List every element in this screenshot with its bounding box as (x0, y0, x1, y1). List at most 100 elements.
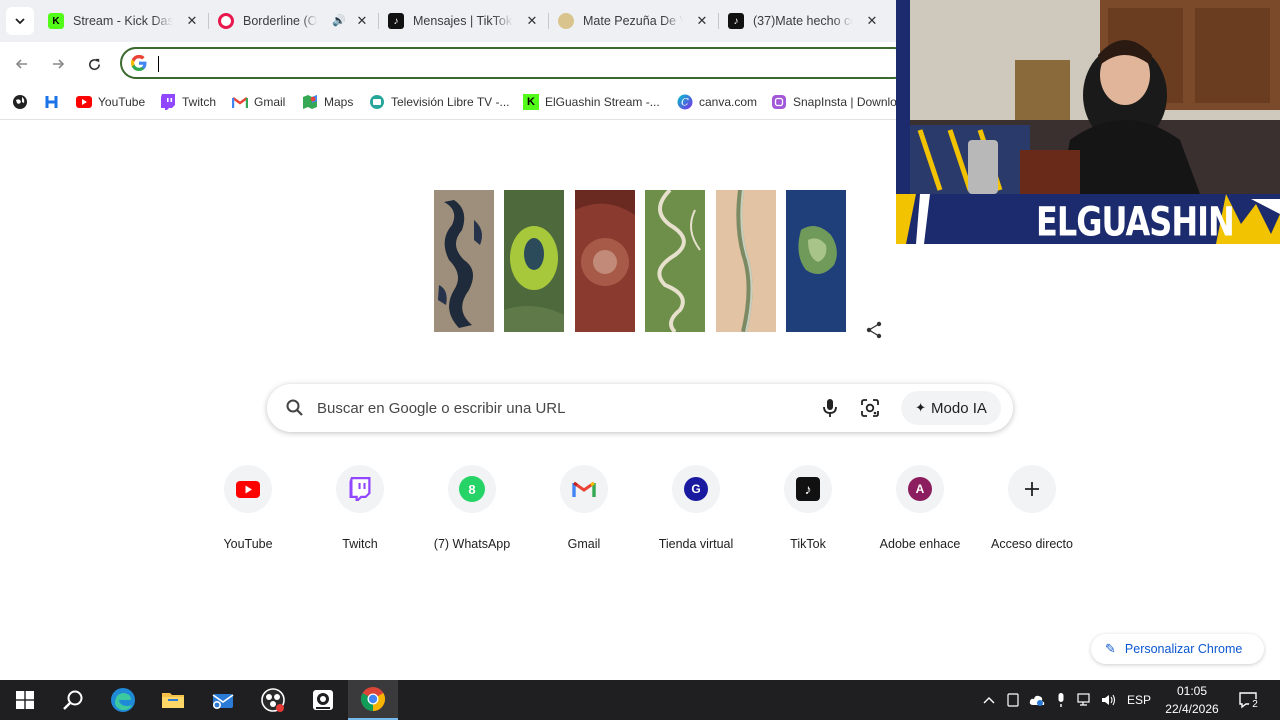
tab-mate-tiktok[interactable]: ♪ (37)Mate hecho con ✕ (728, 6, 884, 36)
shortcut-label: (7) WhatsApp (433, 537, 511, 551)
google-lens-icon[interactable] (859, 397, 881, 419)
shortcut-gmail[interactable]: Gmail (528, 465, 640, 555)
shortcut-tienda-virtual[interactable]: G Tienda virtual (640, 465, 752, 555)
doodle-tile-3 (575, 190, 635, 332)
arrow-left-icon (15, 59, 27, 69)
tiktok-icon: ♪ (388, 13, 404, 29)
bookmark-youtube[interactable]: YouTube (76, 92, 145, 112)
reload-button[interactable] (80, 50, 108, 78)
tray-network-icon[interactable] (1076, 691, 1094, 709)
tray-cloud-icon[interactable] (1028, 691, 1046, 709)
whatsapp-icon: 8 (459, 476, 485, 502)
folder-icon (162, 693, 184, 708)
tray-volume-icon[interactable] (1100, 691, 1118, 709)
taskbar-app[interactable] (298, 680, 348, 720)
search-icon (63, 690, 83, 710)
bookmark-canva[interactable]: C canva.com (677, 92, 757, 112)
address-bar[interactable] (120, 47, 910, 79)
doodle-tile-1 (434, 190, 494, 332)
close-icon[interactable]: ✕ (864, 13, 880, 29)
shortcut-adobe-enhace[interactable]: A Adobe enhace (864, 465, 976, 555)
notification-center-icon[interactable]: 2 (1238, 691, 1261, 711)
tab-title: (37)Mate hecho con (753, 14, 853, 28)
tv-icon (369, 94, 385, 110)
music-icon (218, 13, 234, 29)
shortcut-youtube[interactable]: YouTube (192, 465, 304, 555)
h-icon (44, 94, 60, 110)
tray-microphone-icon[interactable] (1052, 691, 1070, 709)
shortcut-add[interactable]: Acceso directo (976, 465, 1088, 555)
taskbar-mail[interactable] (198, 680, 248, 720)
tray-tablet-icon[interactable] (1004, 691, 1022, 709)
bookmark-label: SnapInsta | Download (793, 95, 911, 109)
close-icon[interactable]: ✕ (524, 13, 540, 29)
tab-search-button[interactable] (6, 7, 34, 35)
address-input[interactable] (156, 53, 856, 73)
ai-search-icon: ✦ (915, 400, 927, 415)
back-button[interactable] (8, 50, 36, 78)
tray-date[interactable]: 22/4/2026 (1158, 702, 1226, 716)
tab-strip: K Stream - Kick Dashboard ✕ Borderline (… (0, 0, 896, 42)
bookmark-elguashin-stream[interactable]: K ElGuashin Stream -... (523, 92, 660, 112)
bookmark-snapinsta[interactable]: SnapInsta | Download (771, 92, 910, 112)
shortcut-label: YouTube (223, 537, 273, 551)
tray-language[interactable]: ESP (1124, 693, 1154, 707)
shortcut-icon-bg (224, 465, 272, 513)
bookmark-label: YouTube (98, 95, 146, 109)
tab-title: Mate Pezuña De Vaca (583, 14, 683, 28)
taskbar-chrome[interactable] (348, 680, 398, 720)
tab-title: Borderline (Official (243, 14, 317, 28)
globe-icon (12, 94, 28, 110)
youtube-icon (236, 480, 260, 498)
bookmark-twitch[interactable]: Twitch (160, 92, 216, 112)
search-box[interactable]: ✦ Modo IA (267, 384, 1013, 432)
shortcut-twitch[interactable]: Twitch (304, 465, 416, 555)
screen: K Stream - Kick Dashboard ✕ Borderline (… (0, 0, 1280, 720)
shortcut-label: Gmail (567, 537, 601, 551)
tab-mate[interactable]: Mate Pezuña De Vaca ✕ (558, 6, 714, 36)
tab-borderline[interactable]: Borderline (Official 🔊 ✕ (218, 6, 374, 36)
ai-mode-button[interactable]: ✦ Modo IA (901, 391, 1001, 425)
search-input[interactable] (317, 397, 797, 419)
customize-label: Personalizar Chrome (1124, 642, 1243, 656)
tray-time[interactable]: 01:05 (1158, 684, 1226, 698)
bookmark-maps[interactable]: Maps (302, 92, 353, 112)
close-icon[interactable]: ✕ (184, 13, 200, 29)
bookmark-gmail[interactable]: Gmail (232, 92, 285, 112)
microphone-icon[interactable] (819, 397, 841, 419)
tab-kick-dashboard[interactable]: K Stream - Kick Dashboard ✕ (48, 6, 204, 36)
bookmark-label: Televisión Libre TV -... (391, 95, 510, 109)
svg-text:C: C (681, 98, 689, 109)
add-icon (1025, 482, 1039, 496)
tray-chevron-up-icon[interactable] (980, 691, 998, 709)
close-icon[interactable]: ✕ (354, 13, 370, 29)
close-icon[interactable]: ✕ (694, 13, 710, 29)
shortcut-whatsapp[interactable]: 8 (7) WhatsApp (416, 465, 528, 555)
speaker-icon[interactable]: 🔊 (332, 14, 346, 27)
taskbar-search[interactable] (48, 680, 98, 720)
bookmark-label: Twitch (182, 95, 217, 109)
bookmark-h[interactable] (44, 92, 66, 112)
taskbar-file-explorer[interactable] (148, 680, 198, 720)
bookmark-tv-libre[interactable]: Televisión Libre TV -... (369, 92, 510, 112)
shortcut-label: Twitch (342, 537, 378, 551)
shortcut-label: Acceso directo (991, 537, 1073, 551)
mate-icon (558, 13, 574, 29)
taskbar-obs[interactable] (248, 680, 298, 720)
edge-icon (111, 688, 135, 712)
letter-a-icon: A (908, 477, 932, 501)
bookmark-globe[interactable] (12, 92, 34, 112)
shortcut-icon-bg: G (672, 465, 720, 513)
forward-button[interactable] (44, 50, 72, 78)
shortcut-tiktok[interactable]: ♪ TikTok (752, 465, 864, 555)
share-icon[interactable] (864, 320, 884, 340)
taskbar-edge[interactable] (98, 680, 148, 720)
start-button[interactable] (0, 680, 50, 720)
notification-count: 2 (1249, 699, 1261, 711)
chrome-icon (360, 687, 386, 711)
reload-icon (88, 58, 100, 70)
tab-tiktok-messages[interactable]: ♪ Mensajes | TikTok ✕ (388, 6, 544, 36)
customize-chrome-button[interactable]: ✎ Personalizar Chrome (1091, 634, 1264, 664)
bookmark-label: Gmail (254, 95, 286, 109)
doodle-tile-4 (645, 190, 705, 332)
